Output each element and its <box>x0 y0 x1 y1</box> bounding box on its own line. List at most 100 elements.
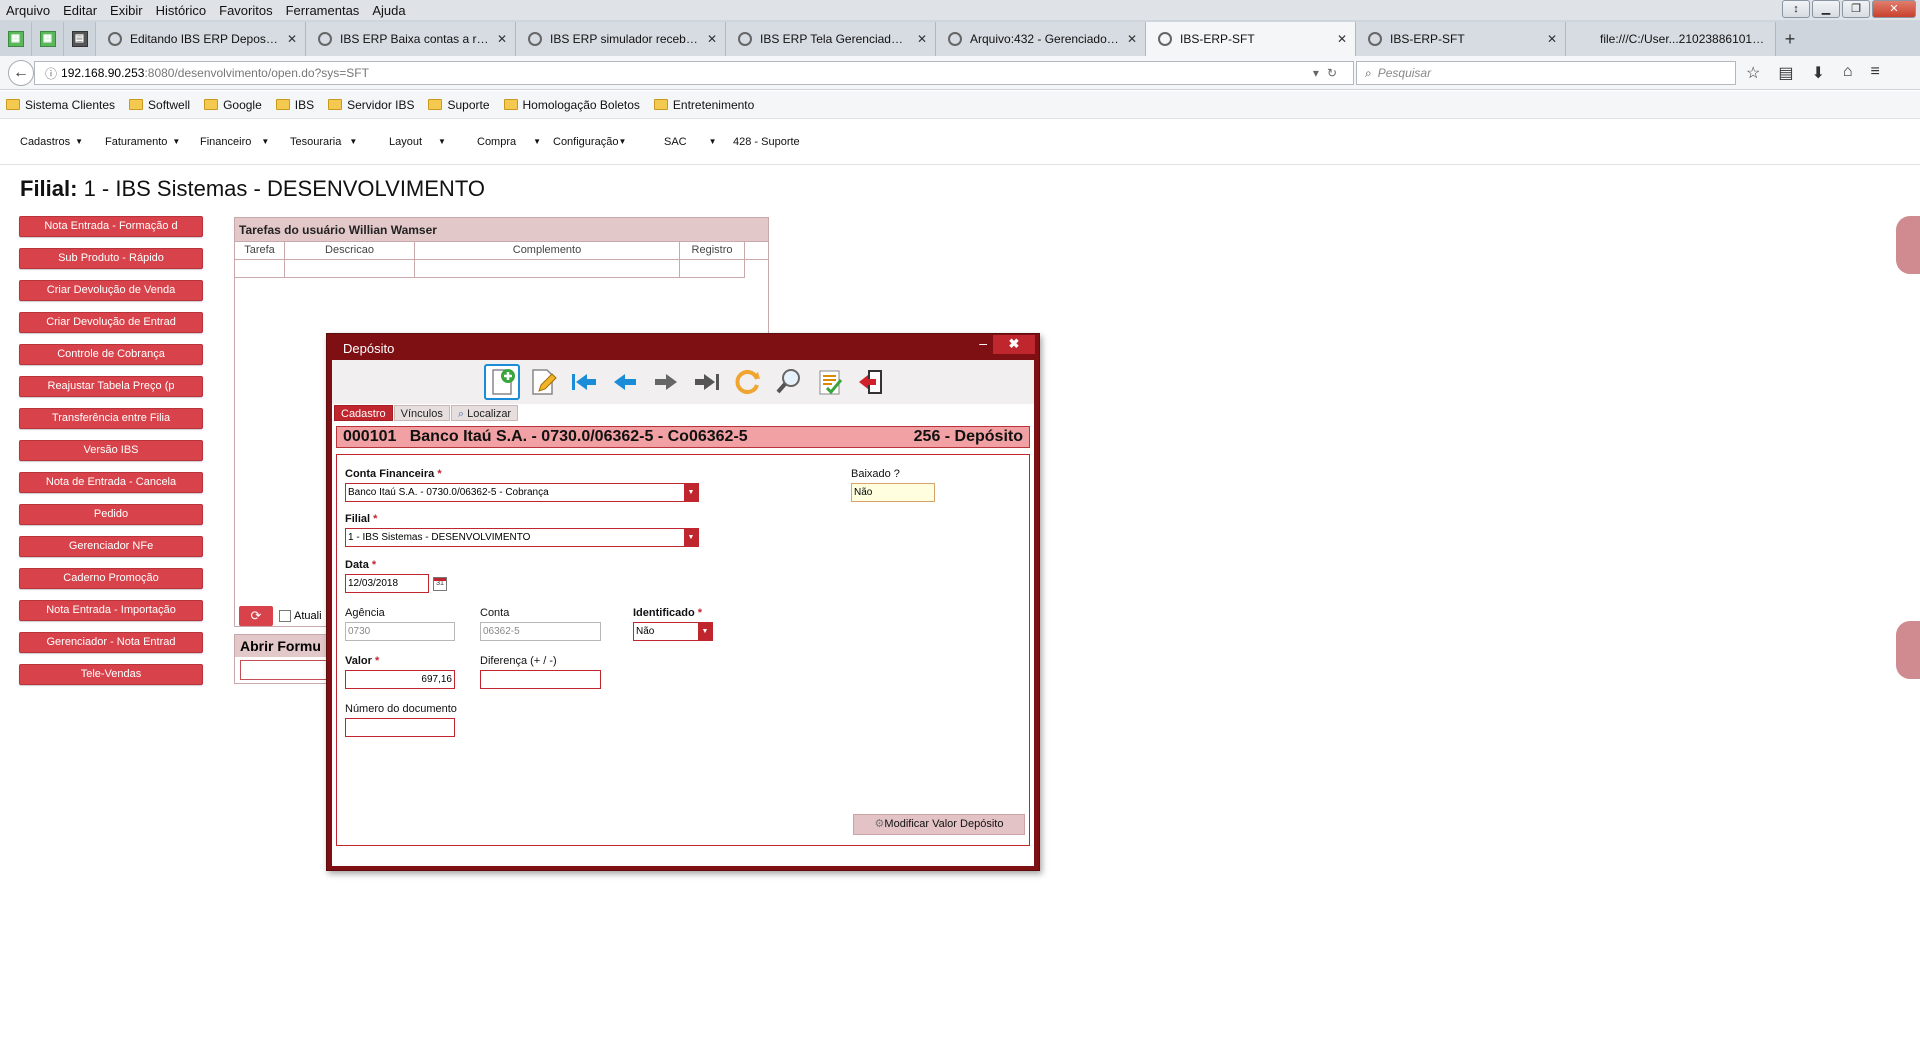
bookmark-suporte[interactable]: Suporte <box>428 98 490 112</box>
app-menu-sac[interactable]: SAC ▼ <box>664 136 717 148</box>
close-tab-icon[interactable]: ✕ <box>1127 32 1137 46</box>
search-input[interactable]: ⌕ Pesquisar <box>1356 61 1736 85</box>
data-input[interactable]: 12/03/2018 <box>345 574 429 593</box>
menu-ferramentas[interactable]: Ferramentas <box>286 3 360 18</box>
app-menu-compra[interactable]: Compra ▼ <box>477 136 541 148</box>
browser-tab[interactable]: IBS ERP simulador recebimento...✕ <box>516 22 726 56</box>
next-record-button[interactable] <box>648 364 684 400</box>
menu-arquivo[interactable]: Arquivo <box>6 3 50 18</box>
table-row[interactable] <box>235 260 768 278</box>
column-header-descricao[interactable]: Descricao <box>285 242 415 259</box>
first-record-button[interactable] <box>566 364 602 400</box>
close-tab-icon[interactable]: ✕ <box>287 32 297 46</box>
column-header-registro[interactable]: Registro <box>680 242 745 259</box>
new-record-button[interactable] <box>484 364 520 400</box>
checklist-button[interactable] <box>812 364 848 400</box>
browser-tab[interactable]: Arquivo:432 - Gerenciador de a...✕ <box>936 22 1146 56</box>
browser-tab[interactable]: IBS-ERP-SFT ✕ <box>1356 22 1566 56</box>
conta-financeira-select[interactable]: Banco Itaú S.A. - 0730.0/06362-5 - Cobra… <box>345 483 699 502</box>
shortcut-button[interactable]: Tele-Vendas <box>19 664 203 685</box>
home-icon[interactable]: ⌂ <box>1843 63 1853 83</box>
bookmark-softwell[interactable]: Softwell <box>129 98 190 112</box>
hamburger-menu-icon[interactable]: ≡ <box>1871 63 1880 83</box>
menu-editar[interactable]: Editar <box>63 3 97 18</box>
shortcut-button[interactable]: Caderno Promoção <box>19 568 203 589</box>
menu-ajuda[interactable]: Ajuda <box>372 3 405 18</box>
menu-exibir[interactable]: Exibir <box>110 3 143 18</box>
app-menu-financeiro[interactable]: Financeiro ▼ <box>200 136 269 148</box>
shortcut-button[interactable]: Gerenciador - Nota Entrad <box>19 632 203 653</box>
close-tab-icon[interactable]: ✕ <box>707 32 717 46</box>
atualizar-checkbox[interactable] <box>279 610 291 622</box>
minimize-modal-button[interactable]: – <box>979 335 987 351</box>
browser-tab[interactable]: IBS ERP Tela Gerenciador de Ag...✕ <box>726 22 936 56</box>
shortcut-button[interactable]: Criar Devolução de Venda <box>19 280 203 301</box>
bookmark-ibs[interactable]: IBS <box>275 98 314 112</box>
search-record-button[interactable] <box>771 364 807 400</box>
column-header-complemento[interactable]: Complemento <box>415 242 680 259</box>
app-menu-cadastros[interactable]: Cadastros ▼ <box>20 136 83 148</box>
browser-tab[interactable]: IBS ERP Baixa contas a receber ...✕ <box>306 22 516 56</box>
last-record-button[interactable] <box>689 364 725 400</box>
numero-documento-input[interactable] <box>345 718 455 737</box>
browser-tab[interactable]: Editando IBS ERP Deposito Con...✕ <box>96 22 306 56</box>
browser-tab[interactable]: file:///C:/User...21023886101.xml <box>1566 22 1776 56</box>
filial-select[interactable]: 1 - IBS Sistemas - DESENVOLVIMENTO ▼ <box>345 528 699 547</box>
back-button[interactable]: ← <box>8 60 34 86</box>
shortcut-button[interactable]: Sub Produto - Rápido <box>19 248 203 269</box>
pinned-tab-3[interactable]: ▤ <box>64 22 96 56</box>
column-header-tarefa[interactable]: Tarefa <box>235 242 285 259</box>
close-tab-icon[interactable]: ✕ <box>1547 32 1557 46</box>
pinned-tab-2[interactable]: ▦ <box>32 22 64 56</box>
calendar-icon[interactable]: 31 <box>433 577 447 591</box>
shortcut-button[interactable]: Transferência entre Filia <box>19 408 203 429</box>
bookmark-entretenimento[interactable]: Entretenimento <box>653 98 754 112</box>
reload-icon[interactable]: ▾↻ <box>1313 66 1345 80</box>
refresh-button[interactable]: ⟳ <box>239 606 273 626</box>
pinned-tab-1[interactable]: ▦ <box>0 22 32 56</box>
close-tab-icon[interactable]: ✕ <box>917 32 927 46</box>
bookmark-servidor-ibs[interactable]: Servidor IBS <box>328 98 414 112</box>
bookmark-homologacao-boletos[interactable]: Homologação Boletos <box>503 98 640 112</box>
close-tab-icon[interactable]: ✕ <box>1337 32 1347 46</box>
valor-input[interactable]: 697,16 <box>345 670 455 689</box>
previous-record-button[interactable] <box>607 364 643 400</box>
app-menu-faturamento[interactable]: Faturamento ▼ <box>105 136 180 148</box>
side-handle-bottom[interactable] <box>1896 621 1920 679</box>
tab-vinculos[interactable]: Vínculos <box>393 405 450 421</box>
chevron-down-icon[interactable]: ▼ <box>684 529 698 546</box>
bookmark-sistema-clientes[interactable]: Sistema Clientes <box>6 98 115 112</box>
chevron-down-icon[interactable]: ▼ <box>698 623 712 640</box>
side-handle-top[interactable] <box>1896 216 1920 274</box>
edit-record-button[interactable] <box>525 364 561 400</box>
bookmark-google[interactable]: Google <box>204 98 262 112</box>
abrir-formulario-input[interactable] <box>240 660 330 680</box>
app-menu-configuracao[interactable]: Configuração▼ <box>553 136 626 148</box>
shortcut-button[interactable]: Criar Devolução de Entrad <box>19 312 203 333</box>
shortcut-button[interactable]: Gerenciador NFe <box>19 536 203 557</box>
modificar-valor-deposito-button[interactable]: ⚙Modificar Valor Depósito <box>853 814 1025 835</box>
shortcut-button[interactable]: Controle de Cobrança <box>19 344 203 365</box>
reading-list-icon[interactable]: ▤ <box>1778 63 1793 83</box>
app-menu-tesouraria[interactable]: Tesouraria ▼ <box>290 136 357 148</box>
shortcut-button[interactable]: Nota de Entrada - Cancela <box>19 472 203 493</box>
shortcut-button[interactable]: Nota Entrada - Formação d <box>19 216 203 237</box>
new-tab-button[interactable]: + <box>1776 22 1804 56</box>
close-window-button[interactable]: ✕ <box>1872 0 1916 18</box>
url-bar[interactable]: ⓘ 192.168.90.253:8080/desenvolvimento/op… <box>34 61 1354 85</box>
exit-button[interactable] <box>853 364 889 400</box>
app-menu-suporte[interactable]: 428 - Suporte <box>733 136 800 148</box>
restore-window-button[interactable]: ❐ <box>1842 0 1870 18</box>
minimize-window-button[interactable]: ▁ <box>1812 0 1840 18</box>
identificado-select[interactable]: Não ▼ <box>633 622 713 641</box>
menu-favoritos[interactable]: Favoritos <box>219 3 272 18</box>
refresh-record-button[interactable] <box>730 364 766 400</box>
close-modal-button[interactable]: ✖ <box>993 335 1035 354</box>
diferenca-input[interactable] <box>480 670 601 689</box>
browser-tab-active[interactable]: IBS-ERP-SFT ✕ <box>1146 22 1356 56</box>
shortcut-button[interactable]: Nota Entrada - Importação <box>19 600 203 621</box>
shortcut-button[interactable]: Pedido <box>19 504 203 525</box>
menu-historico[interactable]: Histórico <box>156 3 207 18</box>
tab-cadastro[interactable]: Cadastro <box>334 405 393 421</box>
shortcut-button[interactable]: Versão IBS <box>19 440 203 461</box>
